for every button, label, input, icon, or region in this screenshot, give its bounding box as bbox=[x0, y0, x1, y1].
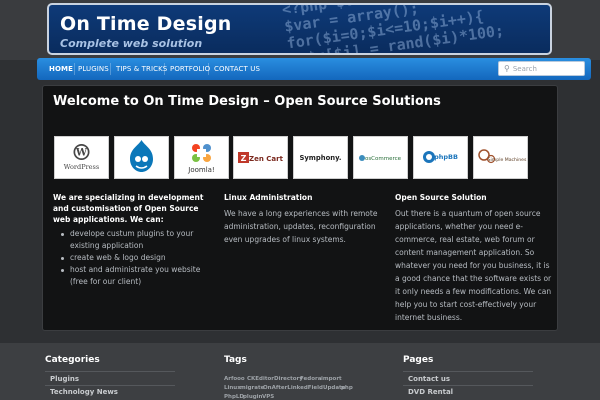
tag-link[interactable]: VPS bbox=[262, 394, 274, 400]
list-item: host and administrate you website (free … bbox=[53, 264, 208, 288]
nav-divider bbox=[74, 63, 75, 75]
nav-home[interactable]: HOME bbox=[49, 58, 73, 80]
tags-heading: Tags bbox=[224, 355, 247, 365]
nav-contact-us[interactable]: CONTACT US bbox=[214, 58, 260, 80]
logo-wordpress[interactable]: W WordPress bbox=[54, 136, 109, 179]
tag-link[interactable]: Linux bbox=[224, 385, 241, 391]
tag-link[interactable]: PhpLD bbox=[224, 394, 244, 400]
site-banner[interactable]: <?php $var = array(); $var = array(); fo… bbox=[47, 3, 552, 55]
logo-symphony-label: Symphony. bbox=[299, 154, 341, 162]
linux-heading: Linux Administration bbox=[224, 193, 313, 202]
linux-text: We have a long experiences with remote a… bbox=[224, 209, 378, 244]
nav-tips-tricks[interactable]: TIPS & TRICKS bbox=[116, 58, 167, 80]
open-source-column: Open Source Solution Out there is a quan… bbox=[395, 192, 553, 324]
oscommerce-logo-icon: osCommerce bbox=[359, 155, 402, 162]
tag-link[interactable]: php bbox=[341, 385, 353, 391]
tag-link[interactable]: import bbox=[321, 376, 342, 382]
search-input[interactable] bbox=[512, 64, 573, 73]
nav-divider bbox=[208, 63, 209, 75]
nav-plugins[interactable]: PLUGINS bbox=[78, 58, 109, 80]
footer-categories: Categories bbox=[45, 355, 100, 365]
logo-simple-machines-label: Simple Machines bbox=[488, 157, 527, 163]
logo-joomla-label: Joomla! bbox=[187, 166, 215, 174]
services-list: develope custum plugins to your existing… bbox=[53, 228, 208, 288]
banner-code-art: <?php $var = array(); $var = array(); fo… bbox=[280, 3, 506, 55]
tag-link[interactable]: OnAfterLinkedFieldUpdate bbox=[263, 385, 345, 391]
footer-divider bbox=[45, 385, 175, 386]
zencart-logo-icon: Z Zen Cart bbox=[238, 152, 284, 163]
category-link-technology-news[interactable]: Technology News bbox=[50, 388, 118, 396]
logo-drupal[interactable] bbox=[114, 136, 169, 179]
list-item: create web & logo design bbox=[53, 252, 208, 264]
logo-oscommerce[interactable]: osCommerce bbox=[353, 136, 408, 179]
categories-heading: Categories bbox=[45, 355, 100, 365]
logo-simple-machines[interactable]: Simple Machines bbox=[473, 136, 528, 179]
logo-zencart[interactable]: Z Zen Cart bbox=[233, 136, 288, 179]
category-link-plugins[interactable]: Plugins bbox=[50, 375, 79, 383]
page-link-dvd-rental[interactable]: DVD Rental bbox=[408, 388, 453, 396]
drupal-logo-icon bbox=[130, 140, 153, 172]
simple-machines-logo-icon: Simple Machines bbox=[478, 149, 527, 164]
logo-zencart-label: Zen Cart bbox=[249, 155, 284, 163]
logo-oscommerce-label: osCommerce bbox=[365, 156, 402, 162]
tag-link[interactable]: Fedora bbox=[300, 376, 321, 382]
logo-row: W WordPress Joomla! Z Zen Cart Symphony.… bbox=[54, 136, 554, 179]
nav-divider bbox=[110, 63, 111, 75]
list-item: develope custum plugins to your existing… bbox=[53, 228, 208, 252]
site-tagline: Complete web solution bbox=[60, 37, 203, 50]
footer-divider bbox=[403, 385, 533, 386]
services-column: We are specializing in development and c… bbox=[53, 192, 208, 288]
nav-divider bbox=[164, 63, 165, 75]
open-source-text: Out there is a quantum of open source ap… bbox=[395, 209, 552, 322]
logo-wordpress-label: WordPress bbox=[64, 163, 99, 171]
logo-phpbb-label: phpBB bbox=[434, 153, 458, 161]
joomla-logo-icon: Joomla! bbox=[187, 144, 215, 174]
services-heading: We are specializing in development and c… bbox=[53, 193, 204, 224]
open-source-heading: Open Source Solution bbox=[395, 193, 487, 202]
tag-link[interactable]: plugin bbox=[243, 394, 262, 400]
symphony-logo-icon: Symphony. bbox=[299, 154, 341, 162]
linux-column: Linux Administration We have a long expe… bbox=[224, 192, 384, 246]
wordpress-logo-icon: W WordPress bbox=[64, 144, 99, 171]
page-link-contact-us[interactable]: Contact us bbox=[408, 375, 450, 383]
logo-symphony[interactable]: Symphony. bbox=[293, 136, 348, 179]
svg-text:Z: Z bbox=[241, 154, 247, 163]
site-title[interactable]: On Time Design bbox=[60, 13, 231, 35]
footer-tags: Tags bbox=[224, 355, 247, 365]
main-nav: HOME PLUGINS TIPS & TRICKS PORTFOLIO CON… bbox=[37, 58, 591, 80]
tag-link[interactable]: Arfooo bbox=[224, 376, 245, 382]
tag-link[interactable]: CKEditor bbox=[247, 376, 274, 382]
footer-pages: Pages bbox=[403, 355, 433, 365]
logo-joomla[interactable]: Joomla! bbox=[174, 136, 229, 179]
tag-link[interactable]: migrate bbox=[240, 385, 264, 391]
page-title: Welcome to On Time Design – Open Source … bbox=[53, 94, 441, 109]
main-content: Welcome to On Time Design – Open Source … bbox=[42, 85, 558, 331]
search-box[interactable]: ⚲ bbox=[498, 61, 585, 76]
logo-phpbb[interactable]: phpBB bbox=[413, 136, 468, 179]
pages-heading: Pages bbox=[403, 355, 434, 365]
tag-link[interactable]: Directory bbox=[274, 376, 303, 382]
nav-portfolio[interactable]: PORTFOLIO bbox=[170, 58, 210, 80]
svg-text:W: W bbox=[75, 148, 88, 159]
phpbb-logo-icon: phpBB bbox=[423, 151, 458, 163]
footer-divider bbox=[403, 371, 533, 372]
footer-divider bbox=[45, 371, 175, 372]
search-icon: ⚲ bbox=[504, 64, 510, 73]
